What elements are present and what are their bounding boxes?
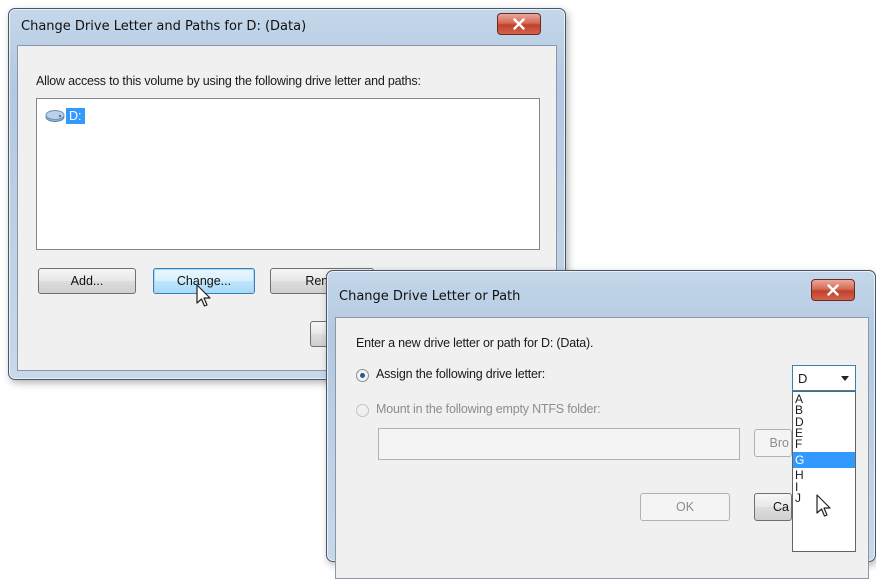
cancel-button[interactable]: Ca [754, 493, 792, 521]
dialog-title: Change Drive Letter or Path [339, 289, 521, 304]
dropdown-option-g[interactable]: G [793, 452, 855, 469]
list-item[interactable]: D: [45, 107, 85, 125]
paths-listbox[interactable]: D: [36, 98, 540, 250]
mount-folder-label[interactable]: Mount in the following empty NTFS folder… [376, 402, 601, 416]
folder-path-input[interactable] [378, 428, 740, 460]
assign-letter-label[interactable]: Assign the following drive letter: [376, 367, 545, 381]
drive-icon [45, 110, 65, 122]
browse-button[interactable]: Bro [754, 429, 792, 457]
instruction-text: Enter a new drive letter or path for D: … [356, 336, 594, 350]
mouse-cursor-icon [196, 284, 211, 307]
dialog-client-area: Enter a new drive letter or path for D: … [335, 317, 869, 579]
mount-folder-radio[interactable] [356, 404, 369, 417]
dropdown-option-h[interactable]: H [793, 469, 855, 481]
ok-button[interactable]: OK [640, 493, 730, 521]
list-item-label: D: [66, 108, 85, 124]
close-icon [513, 18, 525, 30]
dialog-title: Change Drive Letter and Paths for D: (Da… [21, 19, 307, 34]
chevron-down-icon [841, 376, 849, 381]
drive-letter-select[interactable]: D [792, 365, 856, 391]
radio-dot [360, 373, 365, 378]
add-button[interactable]: Add... [38, 268, 136, 294]
dropdown-option-f[interactable]: F [793, 438, 855, 450]
instruction-text: Allow access to this volume by using the… [36, 74, 421, 88]
drive-letter-selected: D [798, 371, 808, 386]
drive-letter-dropdown: A B D E F G H I J [792, 391, 856, 552]
close-button[interactable] [497, 13, 541, 35]
close-icon [827, 284, 839, 296]
dropdown-option-i[interactable]: I [793, 481, 855, 493]
assign-letter-radio[interactable] [356, 369, 369, 382]
close-button[interactable] [811, 279, 855, 301]
mouse-cursor-icon [816, 494, 831, 517]
dropdown-option-e[interactable]: E [793, 427, 855, 439]
